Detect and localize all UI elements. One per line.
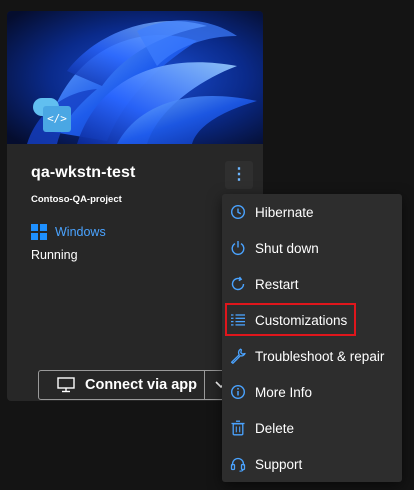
more-options-button[interactable]: ⋮ <box>225 161 253 189</box>
monitor-icon <box>57 377 75 393</box>
connect-main-button[interactable]: Connect via app <box>39 371 204 399</box>
dev-box-name: qa-wkstn-test <box>31 164 136 181</box>
menu-item-label: Shut down <box>255 240 319 256</box>
menu-item-delete[interactable]: Delete <box>222 410 402 446</box>
menu-item-customizations[interactable]: Customizations <box>222 302 402 338</box>
connect-via-app-button[interactable]: Connect via app <box>38 370 238 400</box>
menu-item-label: Support <box>255 456 303 472</box>
list-icon <box>231 314 245 326</box>
menu-item-shut-down[interactable]: Shut down <box>222 230 402 266</box>
menu-item-label: Customizations <box>255 312 348 328</box>
status-text: Running <box>31 248 78 262</box>
context-menu: Hibernate Shut down Restart Customizatio… <box>222 194 402 482</box>
menu-item-support[interactable]: Support <box>222 446 402 482</box>
menu-item-label: Restart <box>255 276 299 292</box>
wrench-icon <box>230 348 246 364</box>
clock-icon <box>230 204 246 220</box>
menu-item-label: Hibernate <box>255 204 314 220</box>
headset-icon <box>230 457 246 472</box>
restart-icon <box>231 276 245 291</box>
os-row: Windows <box>31 224 106 240</box>
power-icon <box>231 241 245 256</box>
menu-item-hibernate[interactable]: Hibernate <box>222 194 402 230</box>
menu-item-label: Delete <box>255 420 295 436</box>
connect-label: Connect via app <box>85 377 197 393</box>
menu-item-label: Troubleshoot & repair <box>255 348 385 364</box>
os-label: Windows <box>55 225 106 239</box>
menu-item-label: More Info <box>255 384 313 400</box>
windows-logo-icon <box>31 224 47 240</box>
info-icon <box>230 384 246 400</box>
trash-icon <box>231 420 245 436</box>
menu-item-restart[interactable]: Restart <box>222 266 402 302</box>
dev-box-badge-icon: </> <box>43 106 71 132</box>
menu-item-more-info[interactable]: More Info <box>222 374 402 410</box>
menu-item-troubleshoot-repair[interactable]: Troubleshoot & repair <box>222 338 402 374</box>
project-name: Contoso-QA-project <box>31 194 122 205</box>
hero-image: </> <box>7 11 263 144</box>
